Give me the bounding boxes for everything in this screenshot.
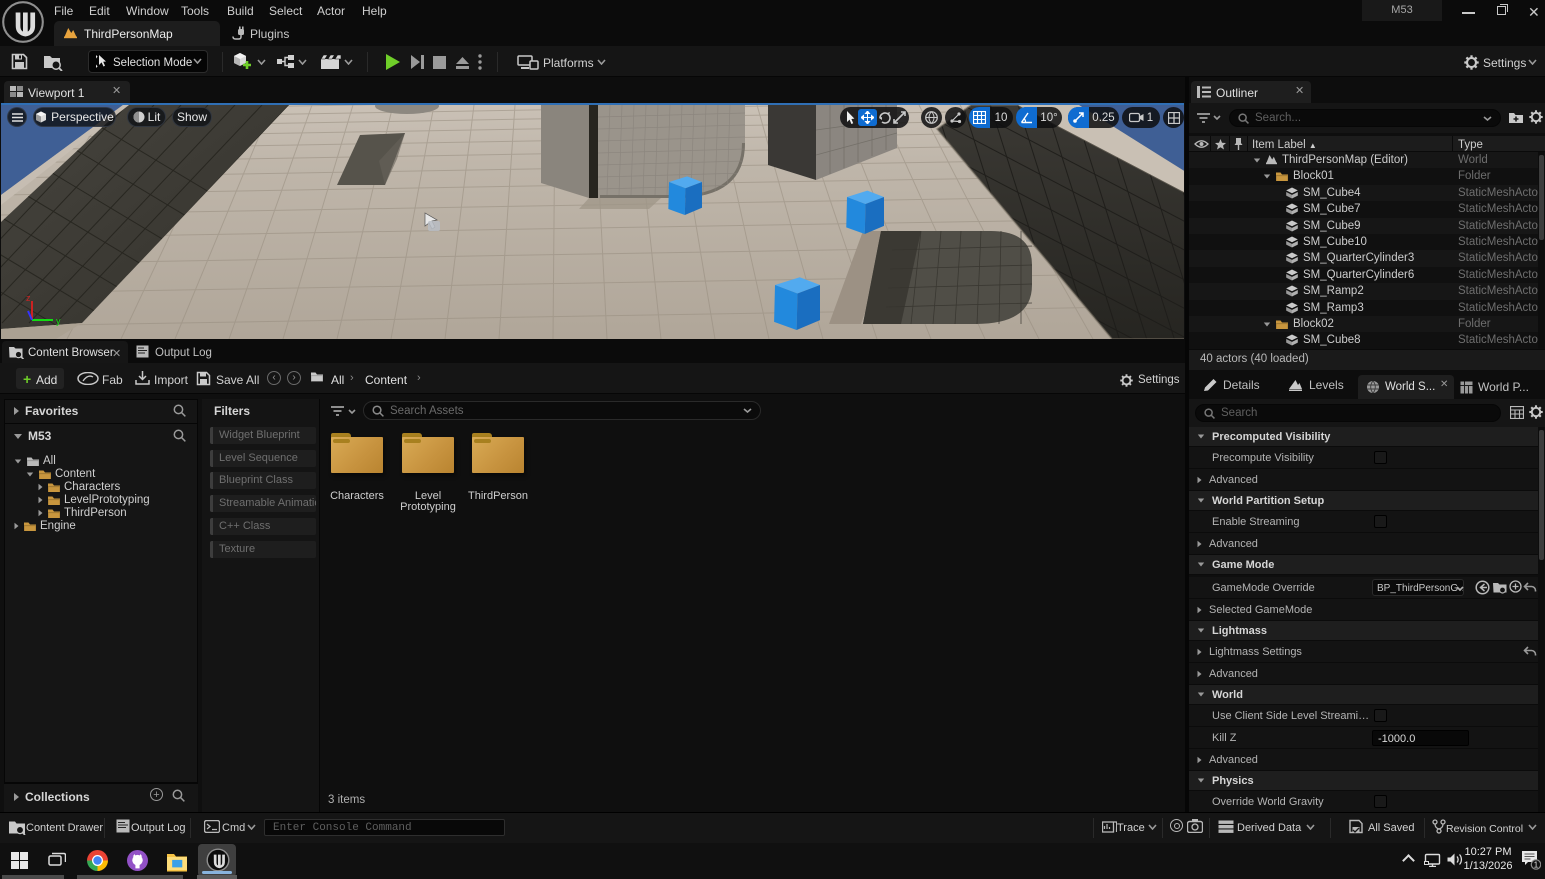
svg-text:z: z [26, 293, 31, 303]
svg-text:y: y [56, 316, 61, 326]
svg-text:1: 1 [1534, 861, 1539, 870]
